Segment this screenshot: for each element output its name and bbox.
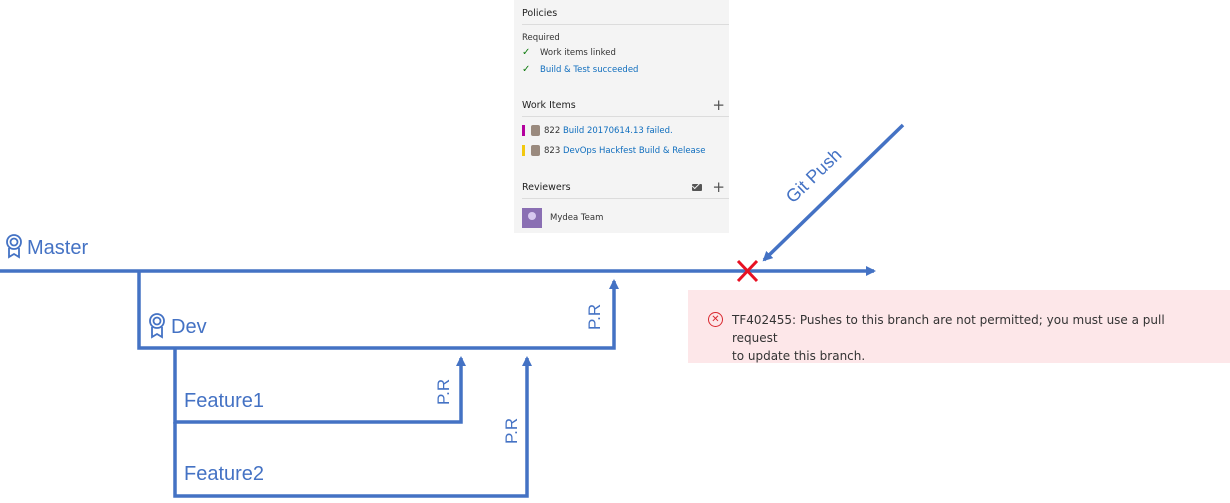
policy-item-label: Work items linked (540, 47, 616, 58)
work-item-color-bar (522, 145, 525, 156)
policy-item-link[interactable]: Build & Test succeeded (540, 65, 638, 75)
pr-label-feature2: P.R (502, 418, 521, 444)
pr-label-dev: P.R (585, 304, 604, 330)
checkmark-icon: ✓ (522, 64, 531, 75)
checkmark-icon: ✓ (522, 47, 531, 58)
feature1-label: Feature1 (184, 390, 264, 412)
reviewers-header: Reviewers + (522, 176, 729, 199)
add-work-item-icon[interactable]: + (712, 97, 725, 113)
mail-icon[interactable] (692, 183, 703, 191)
master-branch-icon (6, 234, 22, 259)
add-reviewer-icon[interactable]: + (712, 179, 725, 195)
policy-item[interactable]: ✓ Build & Test succeeded (522, 64, 638, 75)
work-item-row[interactable]: 823 DevOps Hackfest Build & Release (522, 145, 705, 156)
required-label: Required (522, 33, 560, 43)
work-item-link[interactable]: DevOps Hackfest Build & Release (563, 146, 705, 156)
pr-label-feature1: P.R (434, 379, 453, 405)
work-items-header: Work Items + (522, 94, 729, 117)
dev-branch-line (137, 271, 619, 350)
policy-item: ✓ Work items linked (522, 47, 616, 58)
work-item-id: 822 (544, 125, 561, 136)
error-text: TF402455: Pushes to this branch are not … (732, 313, 1165, 363)
pr-policies-panel: Policies Required ✓ Work items linked ✓ … (514, 0, 729, 233)
master-label: Master (27, 237, 88, 259)
reviewer-row[interactable]: Mydea Team (522, 208, 603, 228)
push-error-message: ✕ TF402455: Pushes to this branch are no… (688, 290, 1230, 363)
policies-header: Policies (522, 2, 729, 25)
work-item-link[interactable]: Build 20170614.13 failed. (563, 126, 673, 136)
avatar (531, 145, 540, 156)
work-item-id: 823 (544, 145, 561, 156)
reviewers-title: Reviewers (522, 181, 571, 193)
feature2-label: Feature2 (184, 463, 264, 485)
work-item-row[interactable]: 822 Build 20170614.13 failed. (522, 125, 673, 136)
dev-label: Dev (171, 316, 207, 338)
avatar (522, 208, 542, 228)
dev-branch-icon (149, 313, 165, 339)
reviewer-name: Mydea Team (550, 213, 604, 223)
git-push-label: Git Push (782, 145, 846, 207)
work-item-color-bar (522, 125, 525, 136)
work-items-title: Work Items (522, 99, 576, 111)
error-icon: ✕ (708, 312, 723, 327)
policies-title: Policies (522, 7, 558, 19)
avatar (531, 125, 540, 136)
